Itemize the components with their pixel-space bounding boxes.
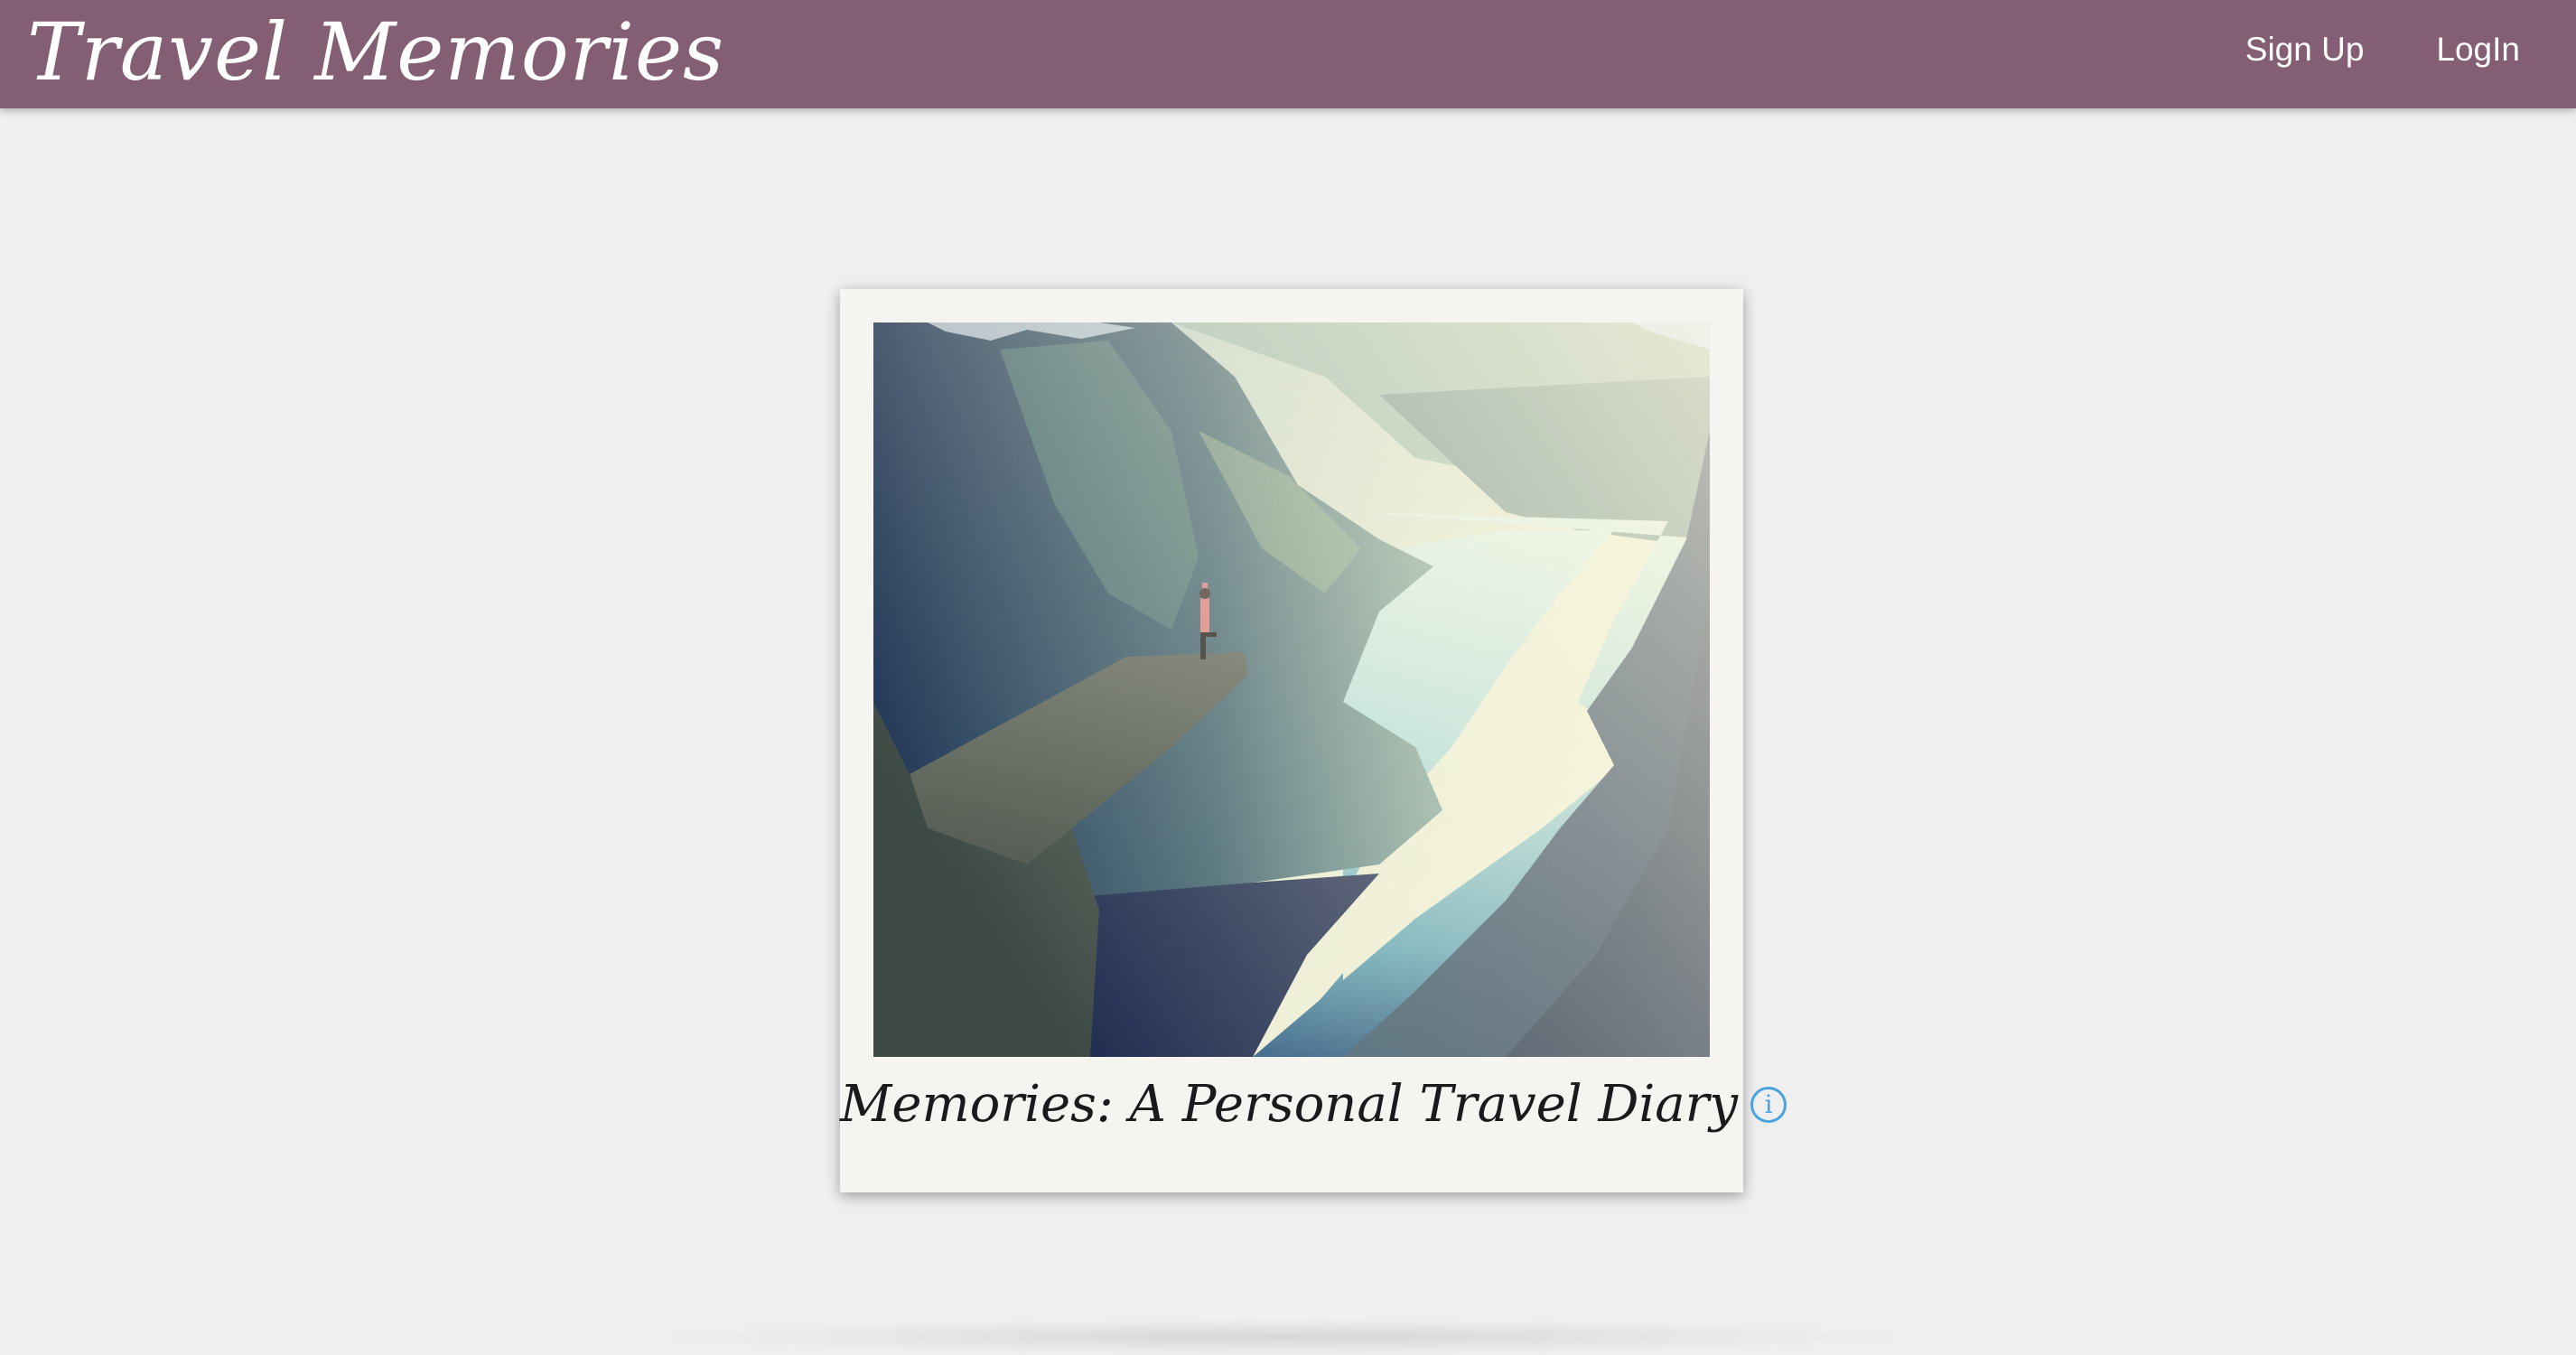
caption-text: Memories: A Personal Travel Diary — [840, 1075, 1739, 1134]
hero-polaroid-card: Memories: A Personal Travel Diary i — [840, 289, 1787, 1192]
bottom-shadow-divider — [650, 1319, 1915, 1355]
top-navbar: Travel Memories Sign Up LogIn — [0, 0, 2576, 108]
login-link[interactable]: LogIn — [2436, 27, 2520, 72]
hero-photo[interactable] — [873, 322, 1710, 1057]
brand-logo[interactable]: Travel Memories — [27, 7, 724, 98]
info-icon[interactable]: i — [1750, 1086, 1787, 1123]
sign-up-link[interactable]: Sign Up — [2245, 27, 2365, 72]
card-caption: Memories: A Personal Travel Diary i — [840, 1075, 1787, 1134]
nav-links: Sign Up LogIn — [2245, 27, 2520, 72]
